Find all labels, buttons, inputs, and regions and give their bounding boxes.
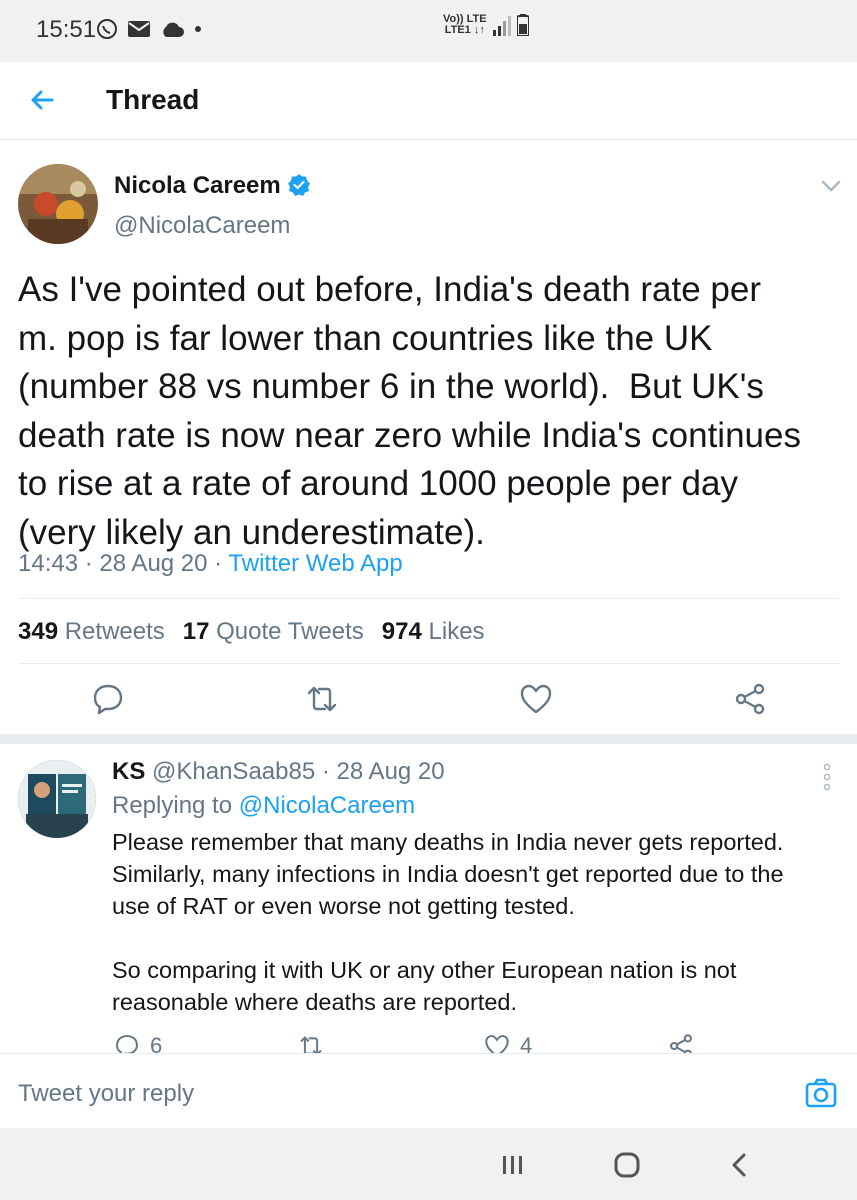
reply-handle[interactable]: @KhanSaab85: [152, 758, 315, 785]
reply-text: Please remember that many deaths in Indi…: [112, 826, 842, 1018]
retweets-count: 349: [18, 618, 59, 645]
tweet-time: 14:43: [18, 550, 79, 577]
retweets-label: Retweets: [64, 618, 165, 645]
reply-text-line: So comparing it with UK or any other Eur…: [112, 957, 737, 983]
divider: [18, 598, 839, 599]
reply-icon[interactable]: [91, 682, 125, 716]
quotes-label: Quote Tweets: [216, 618, 364, 645]
more-vertical-icon[interactable]: [822, 762, 832, 792]
section-separator: [0, 734, 857, 744]
replying-to-mention[interactable]: @NicolaCareem: [239, 792, 415, 819]
whatsapp-icon: [97, 19, 117, 39]
author-avatar[interactable]: [18, 164, 98, 244]
mail-icon: [128, 21, 150, 37]
camera-icon[interactable]: [804, 1076, 838, 1110]
author-name[interactable]: Nicola Careem: [114, 172, 281, 200]
battery-icon: [516, 14, 529, 36]
chevron-down-icon[interactable]: [820, 178, 842, 194]
reply-text-line: reasonable where deaths are reported.: [112, 989, 517, 1015]
retweet-icon[interactable]: [305, 682, 339, 716]
tweet-text-line: (number 88 vs number 6 in the world). Bu…: [18, 367, 764, 406]
recent-apps-icon[interactable]: [500, 1152, 526, 1178]
back-arrow-icon[interactable]: [26, 84, 58, 116]
reply-input[interactable]: Tweet your reply: [18, 1080, 194, 1108]
reply-header: KS @KhanSaab85 · 28 Aug 20: [112, 758, 445, 785]
likes-label: Likes: [428, 618, 485, 645]
like-icon[interactable]: [519, 682, 553, 716]
tweet-text-line: As I've pointed out before, India's deat…: [18, 270, 762, 309]
divider: [18, 663, 839, 664]
reply-text-line: Please remember that many deaths in Indi…: [112, 829, 784, 855]
home-icon[interactable]: [613, 1151, 641, 1179]
quotes-count-link[interactable]: 17 Quote Tweets: [183, 618, 364, 646]
replying-label: Replying to: [112, 792, 233, 819]
tweet-date: 28 Aug 20: [99, 550, 208, 577]
quotes-count: 17: [182, 618, 210, 645]
network-label-bottom: LTE1 ↓↑: [444, 24, 485, 36]
signal-icon: [492, 16, 511, 36]
replying-to: Replying to @NicolaCareem: [112, 792, 415, 820]
tweet-meta: 14:43 · 28 Aug 20 · Twitter Web App: [18, 550, 403, 577]
tweet-text: As I've pointed out before, India's deat…: [18, 266, 848, 557]
share-icon[interactable]: [733, 682, 767, 716]
dot-icon: [195, 26, 201, 32]
status-time: 15:51: [36, 16, 97, 43]
status-notification-icons: [96, 18, 202, 40]
network-status: Vo)) LTE LTE1 ↓↑: [443, 14, 529, 36]
back-nav-icon[interactable]: [728, 1152, 750, 1178]
likes-count: 974: [381, 618, 422, 645]
engagement-counts: 349 Retweets 17 Quote Tweets 974 Likes: [18, 618, 485, 646]
author-handle[interactable]: @NicolaCareem: [114, 212, 290, 240]
reply-text-line: Similarly, many infections in India does…: [112, 861, 784, 887]
retweets-count-link[interactable]: 349 Retweets: [18, 618, 165, 646]
tweet-text-line: m. pop is far lower than countries like …: [18, 318, 713, 358]
verified-badge-icon: [288, 174, 310, 196]
likes-count-link[interactable]: 974 Likes: [382, 618, 485, 646]
tweet-source-link[interactable]: Twitter Web App: [228, 550, 402, 577]
reply-date: 28 Aug 20: [336, 758, 445, 785]
reply-author-name[interactable]: KS: [112, 758, 145, 785]
tweet-text-line: to rise at a rate of around 1000 people …: [18, 464, 738, 503]
tweet-text-line: death rate is now near zero while India'…: [18, 415, 801, 455]
reply-text-line: use of RAT or even worse not getting tes…: [112, 893, 575, 919]
page-title: Thread: [106, 84, 200, 115]
cloud-icon: [163, 22, 184, 37]
reply-avatar[interactable]: [18, 760, 96, 838]
